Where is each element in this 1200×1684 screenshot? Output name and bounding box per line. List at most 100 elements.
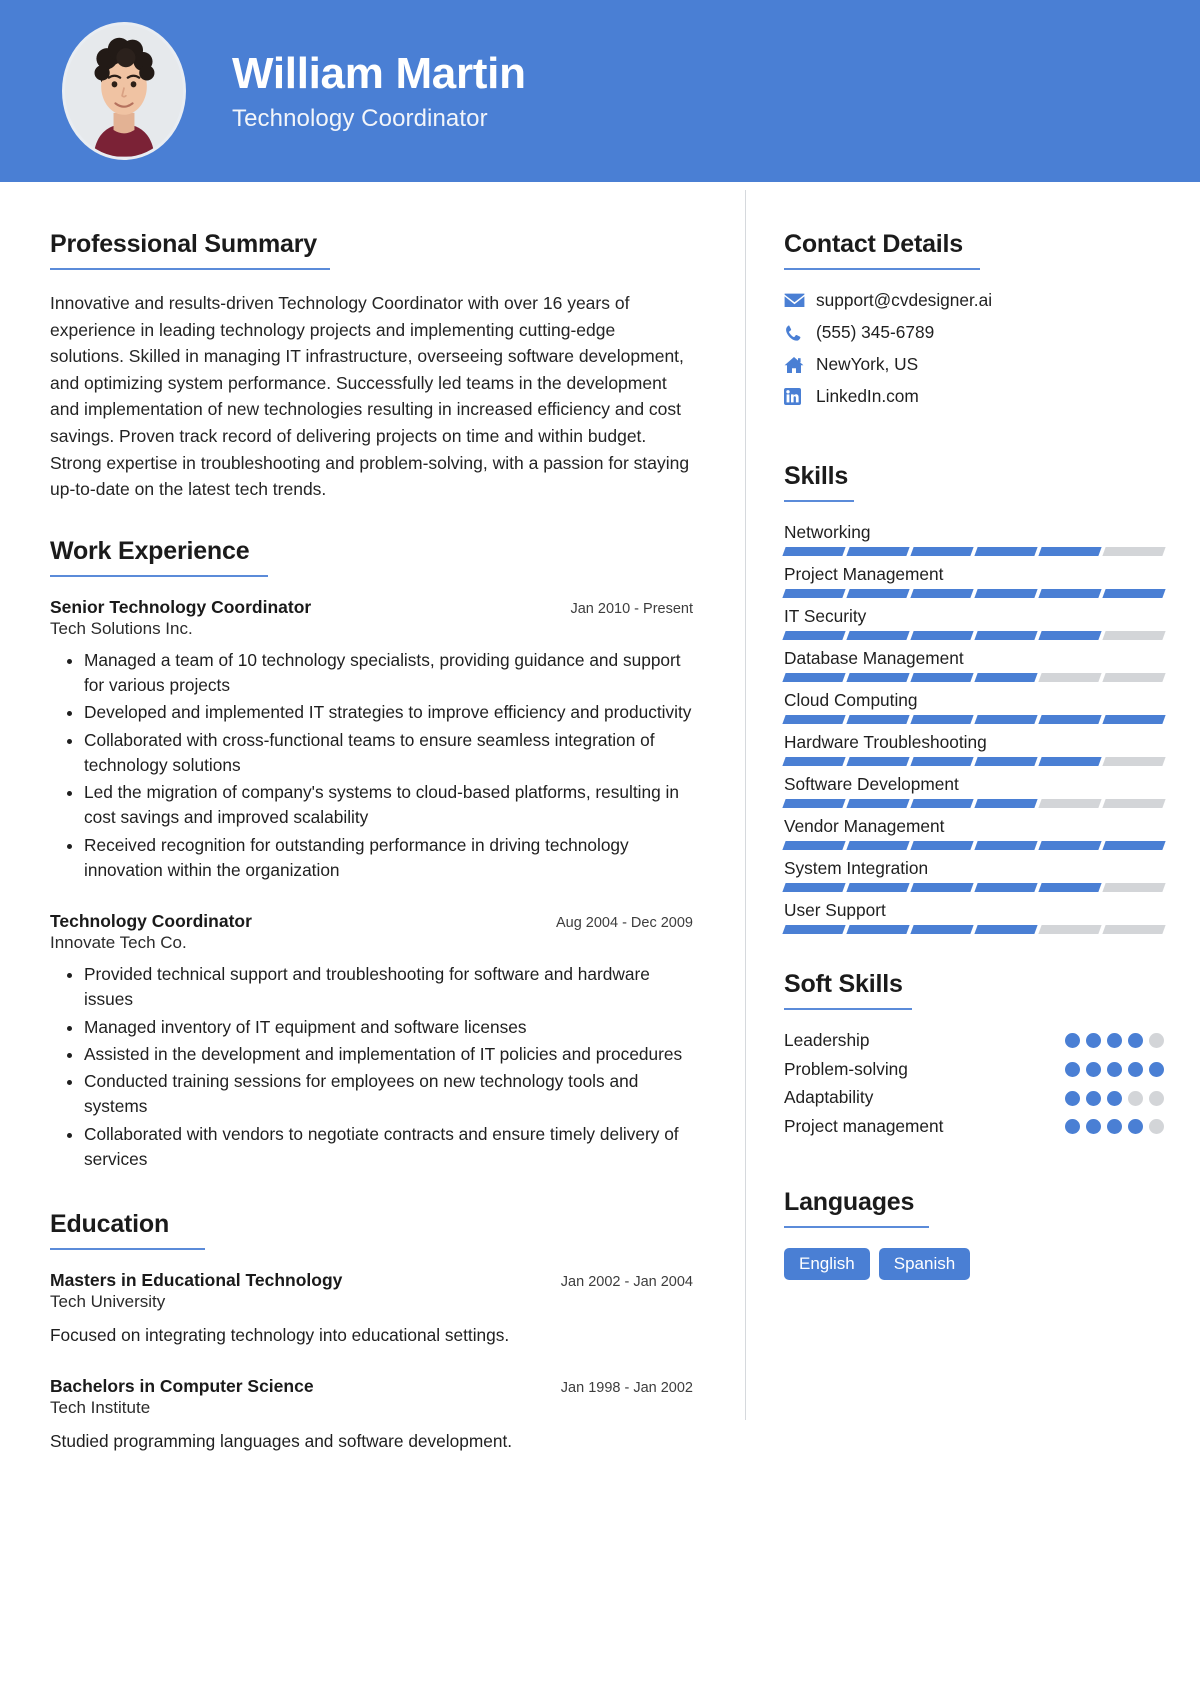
skill-segment	[974, 799, 1038, 808]
skill-segment	[1038, 799, 1102, 808]
skill-segment	[846, 589, 910, 598]
section-underline	[50, 268, 330, 270]
skill-segment	[910, 883, 974, 892]
rating-dot	[1065, 1090, 1080, 1106]
skill-segment	[1102, 631, 1166, 640]
skill-segment	[910, 799, 974, 808]
skill-segment	[974, 589, 1038, 598]
skill-segment	[1102, 757, 1166, 766]
rating-dot	[1149, 1090, 1164, 1106]
skill-level-bar	[782, 673, 1166, 682]
skill-segment	[910, 547, 974, 556]
skill-segment	[974, 631, 1038, 640]
skill-row: Hardware Troubleshooting	[782, 732, 1166, 766]
skill-segment	[910, 757, 974, 766]
soft-skill-rating	[1055, 1061, 1164, 1077]
skill-segment	[974, 673, 1038, 682]
header-text: William Martin Technology Coordinator	[232, 49, 526, 132]
candidate-role: Technology Coordinator	[232, 104, 488, 132]
skill-row: Cloud Computing	[782, 690, 1166, 724]
phone-icon	[784, 324, 810, 342]
skill-label: IT Security	[784, 606, 867, 626]
skill-segment	[782, 589, 846, 598]
rating-dot	[1107, 1119, 1122, 1135]
section-underline	[784, 500, 854, 502]
skill-segment	[910, 673, 974, 682]
job-title: Technology Coordinator	[50, 911, 252, 931]
skill-label: System Integration	[784, 858, 929, 878]
contact-value: support@cvdesigner.ai	[816, 290, 993, 310]
contact-list: support@cvdesigner.ai (555) 345-6789 New…	[784, 290, 1164, 407]
soft-skill-label: Leadership	[784, 1030, 870, 1050]
linkedin-icon	[784, 388, 810, 405]
skill-row: User Support	[782, 900, 1166, 934]
rating-dot	[1149, 1061, 1164, 1077]
profile-photo-icon	[65, 25, 183, 157]
skill-segment	[1102, 841, 1166, 850]
skill-segment	[846, 673, 910, 682]
skill-segment	[1038, 841, 1102, 850]
section-underline	[784, 1226, 929, 1229]
home-icon	[784, 356, 810, 374]
skill-segment	[846, 757, 910, 766]
skill-segment	[910, 589, 974, 598]
skill-level-bar	[782, 925, 1166, 934]
soft-skills-list: Leadership Problem-solving Adaptability Pro…	[784, 1030, 1164, 1137]
rating-dot	[1086, 1090, 1101, 1106]
skill-level-bar	[782, 715, 1166, 724]
rating-dot	[1086, 1033, 1101, 1049]
contact-item-email[interactable]: support@cvdesigner.ai	[784, 290, 1164, 311]
skill-segment	[974, 547, 1038, 556]
rating-dot	[1065, 1061, 1080, 1077]
skill-segment	[846, 841, 910, 850]
skill-level-bar	[782, 883, 1166, 892]
skill-label: Cloud Computing	[784, 690, 918, 710]
job-bullet: Conducted training sessions for employee…	[84, 1069, 693, 1120]
skill-segment	[782, 673, 846, 682]
section-professional-summary: Professional Summary Innovative and resu…	[50, 230, 693, 503]
language-tag: English	[784, 1248, 870, 1281]
skill-row: Database Management	[782, 648, 1166, 682]
skill-segment	[1102, 925, 1166, 934]
skill-segment	[974, 757, 1038, 766]
skill-segment	[782, 925, 846, 934]
section-title: Languages	[784, 1188, 915, 1217]
contact-item-linkedin[interactable]: LinkedIn.com	[784, 386, 1164, 407]
degree-title: Masters in Educational Technology	[50, 1270, 343, 1290]
skill-segment	[910, 841, 974, 850]
education-item-header: Masters in Educational Technology Jan 20…	[50, 1270, 693, 1291]
skill-row: IT Security	[782, 606, 1166, 640]
skill-segment	[782, 547, 846, 556]
language-tags: English Spanish	[784, 1248, 1164, 1281]
sidebar-column: Contact Details support@cvdesigner.ai (5…	[746, 182, 1200, 1456]
job-bullets: Provided technical support and troublesh…	[50, 962, 693, 1172]
rating-dot	[1107, 1033, 1122, 1049]
skill-label: Software Development	[784, 774, 959, 794]
school-name: Tech Institute	[50, 1398, 151, 1417]
skill-segment	[974, 925, 1038, 934]
section-underline	[50, 1248, 205, 1250]
job-date: Aug 2004 - Dec 2009	[555, 915, 693, 931]
job-bullet: Managed inventory of IT equipment and so…	[84, 1015, 693, 1040]
skill-level-bar	[782, 589, 1166, 598]
section-underline	[784, 1008, 912, 1010]
soft-skill-rating	[1055, 1119, 1164, 1135]
skill-segment	[1102, 715, 1166, 724]
skill-segment	[974, 841, 1038, 850]
skill-segment	[910, 715, 974, 724]
main-column: Professional Summary Innovative and resu…	[0, 182, 745, 1456]
skill-level-bar	[782, 631, 1166, 640]
section-soft-skills: Soft Skills Leadership Problem-solving Ada…	[784, 970, 1164, 1137]
contact-item-location[interactable]: NewYork, US	[784, 354, 1164, 375]
soft-skill-row: Adaptability	[784, 1087, 1164, 1109]
skill-segment	[974, 883, 1038, 892]
job-bullet: Developed and implemented IT strategies …	[84, 700, 693, 725]
skill-segment	[782, 883, 846, 892]
degree-description: Studied programming languages and softwa…	[50, 1431, 513, 1451]
rating-dot	[1086, 1061, 1101, 1077]
skill-label: Database Management	[784, 648, 964, 668]
skill-segment	[1102, 883, 1166, 892]
soft-skill-row: Leadership	[784, 1030, 1164, 1052]
contact-item-phone[interactable]: (555) 345-6789	[784, 322, 1164, 343]
